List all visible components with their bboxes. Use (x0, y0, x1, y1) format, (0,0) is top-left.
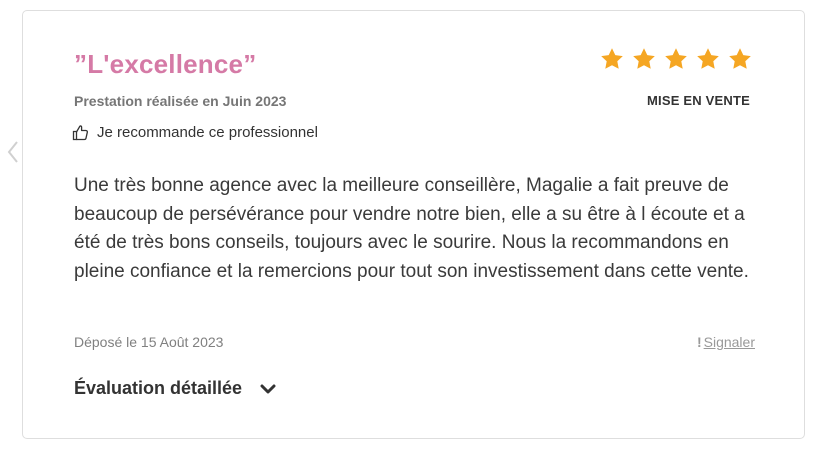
service-category: MISE EN VENTE (646, 93, 750, 108)
chevron-left-icon[interactable] (5, 138, 21, 166)
report-label: Signaler (703, 334, 755, 350)
thumbs-up-icon (72, 125, 88, 141)
report-icon: ! (696, 334, 702, 350)
page: ”L'excellence” Prestation réalisée en Ju… (0, 0, 823, 462)
review-text: Une très bonne agence avec la meilleure … (74, 175, 749, 282)
review-title: ”L'excellence” (74, 49, 257, 79)
star-icon (601, 48, 623, 69)
star-icon (633, 48, 655, 69)
prestation-date: Prestation réalisée en Juin 2023 (74, 93, 287, 109)
review-card: ”L'excellence” Prestation réalisée en Ju… (22, 10, 805, 439)
recommendation-label: Je recommande ce professionnel (97, 124, 318, 141)
rating-stars (600, 47, 752, 71)
detailed-evaluation-toggle[interactable]: Évaluation détaillée (74, 378, 276, 399)
star-icon (729, 48, 751, 69)
star-icon (665, 48, 687, 69)
report-link[interactable]: ! Signaler (697, 334, 755, 350)
star-icon (697, 48, 719, 69)
deposit-date: Déposé le 15 Août 2023 (74, 334, 224, 350)
chevron-down-icon (260, 384, 276, 393)
detailed-evaluation-label: Évaluation détaillée (74, 378, 243, 398)
recommendation: Je recommande ce professionnel (72, 124, 318, 141)
